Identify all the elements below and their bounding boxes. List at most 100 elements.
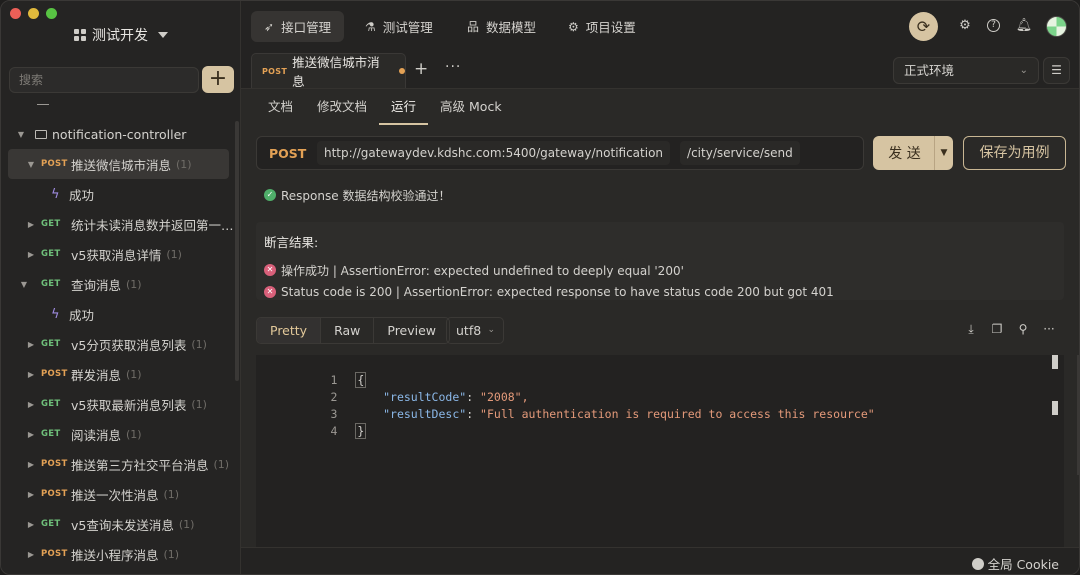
case-count: (1) <box>163 547 180 561</box>
project-switcher[interactable]: 测试开发 <box>1 25 241 45</box>
tab-test-management[interactable]: ⚗ 测试管理 <box>352 11 446 42</box>
cookie-label: 全局 Cookie <box>987 557 1059 572</box>
tab-run[interactable]: 运行 <box>379 89 429 125</box>
tab-label: 接口管理 <box>281 20 332 35</box>
tab-label: 测试管理 <box>382 20 433 35</box>
folder-row[interactable]: ▼ notification-controller <box>1 119 239 149</box>
minimize-window-button[interactable] <box>28 8 39 19</box>
code-line: 4} <box>256 406 1064 439</box>
document-tabs: POST 推送微信城市消息 + ··· 正式环境 ⌄ ☰ <box>241 51 1079 89</box>
view-pretty[interactable]: Pretty <box>257 318 322 343</box>
case-count: (1) <box>191 397 207 411</box>
editor-scrollbar[interactable] <box>1052 355 1058 369</box>
code-line: 2 "resultCode": "2008", <box>256 372 1064 404</box>
case-label: 成功 <box>69 307 95 323</box>
tree-item[interactable]: ▶ GET v5获取最新消息列表 (1) <box>1 389 239 419</box>
doc-tab-active[interactable]: POST 推送微信城市消息 <box>251 53 406 89</box>
rocket-icon: ➶ <box>264 19 275 34</box>
folder-label: notification-controller <box>52 126 187 142</box>
tree-item[interactable]: ▶ GET 统计未读消息数并返回第一… <box>1 209 239 239</box>
case-count: (1) <box>126 367 142 381</box>
tree-item-label: 推送一次性消息 <box>71 487 159 503</box>
environment-settings-button[interactable]: ☰ <box>1043 57 1070 84</box>
base-url[interactable]: http://gatewaydev.kdshc.com:5400/gateway… <box>317 141 671 165</box>
case-label: 成功 <box>69 187 95 203</box>
more-icon[interactable]: ··· <box>1041 322 1057 336</box>
project-name: 测试开发 <box>92 28 148 44</box>
new-tab-button[interactable]: + <box>414 59 428 79</box>
tree-item[interactable]: ▶ GET 阅读消息 (1) <box>1 419 239 449</box>
encoding-select[interactable]: utf8 ⌄ <box>446 317 504 344</box>
tab-data-model[interactable]: 品 数据模型 <box>454 11 549 42</box>
case-item[interactable]: ϟ 成功 <box>1 299 239 329</box>
more-tabs-icon[interactable]: ··· <box>445 59 461 75</box>
save-as-case-button[interactable]: 保存为用例 <box>963 136 1066 170</box>
case-item[interactable]: ϟ 成功 <box>1 179 239 209</box>
tab-project-settings[interactable]: ⚙ 项目设置 <box>555 11 649 42</box>
tab-label: 项目设置 <box>585 20 636 35</box>
tab-api-management[interactable]: ➶ 接口管理 <box>251 11 345 42</box>
app-window: 测试开发 + ▼ notification-controller ▼ POST … <box>0 0 1080 575</box>
avatar[interactable] <box>1046 16 1067 37</box>
environment-select[interactable]: 正式环境 ⌄ <box>893 57 1039 84</box>
code-line: 3 "resultDesc": "Full authentication is … <box>256 389 1064 421</box>
response-view-toggle: Pretty Raw Preview <box>256 317 451 344</box>
method-badge: GET <box>41 429 61 439</box>
view-preview[interactable]: Preview <box>374 318 449 343</box>
tree-item[interactable]: ▶ POST 群发消息 (1) <box>1 359 239 389</box>
tree-item-label: v5获取最新消息列表 <box>71 397 187 413</box>
chevron-down-icon[interactable]: ▼ <box>934 136 953 170</box>
assertion-title: 断言结果: <box>264 235 319 250</box>
global-cookie-button[interactable]: 全局 Cookie <box>971 554 1059 573</box>
method-badge: GET <box>41 279 61 289</box>
case-count: (1) <box>178 517 195 531</box>
chevron-right-icon: ▶ <box>27 399 35 409</box>
tree-item[interactable]: ▶ GET v5分页获取消息列表 (1) <box>1 329 239 359</box>
copy-icon[interactable]: ❐ <box>989 322 1005 336</box>
chevron-right-icon: ▶ <box>27 489 35 499</box>
method-badge: POST <box>41 369 68 379</box>
close-window-button[interactable] <box>10 8 21 19</box>
sidebar-scrollbar[interactable] <box>235 121 239 381</box>
chevron-right-icon: ▶ <box>27 549 35 559</box>
request-method[interactable]: POST <box>257 146 317 161</box>
add-button[interactable]: + <box>202 66 234 93</box>
tree-item[interactable]: ▶ GET v5获取消息详情 (1) <box>1 239 239 269</box>
chevron-right-icon: ▶ <box>27 369 35 379</box>
download-icon[interactable]: ⤓ <box>963 322 979 337</box>
method-badge: GET <box>41 339 61 349</box>
response-editor[interactable]: 1{ 2 "resultCode": "2008", 3 "resultDesc… <box>256 355 1064 547</box>
tree-item[interactable]: ▶ POST 推送第三方社交平台消息 (1) <box>1 449 239 479</box>
grid-icon <box>74 29 86 41</box>
tree-item[interactable]: ▶ GET v5查询未发送消息 (1) <box>1 509 239 539</box>
window-controls <box>10 8 57 19</box>
request-url-bar[interactable]: POST http://gatewaydev.kdshc.com:5400/ga… <box>256 136 864 170</box>
sync-button[interactable]: ⟳ <box>909 12 938 41</box>
help-icon[interactable]: ? <box>987 19 1000 32</box>
code-text: } <box>355 423 367 439</box>
tree-item[interactable]: ▶ POST 推送小程序消息 (1) <box>1 539 239 569</box>
assertion-text: Status code is 200 | AssertionError: exp… <box>281 285 834 299</box>
tab-edit-docs[interactable]: 修改文档 <box>305 89 379 125</box>
gear-icon: ⚙ <box>568 19 579 34</box>
view-raw[interactable]: Raw <box>321 318 375 343</box>
folder-icon <box>35 129 47 139</box>
tab-docs[interactable]: 文档 <box>256 89 305 125</box>
assertion-text: 操作成功 | AssertionError: expected undefine… <box>281 263 684 278</box>
bell-icon[interactable]: 🔔︎ <box>1015 17 1033 35</box>
tab-advanced-mock[interactable]: 高级 Mock <box>428 89 514 125</box>
settings-icon[interactable]: ⚙ <box>956 17 974 35</box>
zoom-window-button[interactable] <box>46 8 57 19</box>
request-path[interactable]: /city/service/send <box>680 141 800 165</box>
search-input[interactable] <box>9 67 199 93</box>
tree-item[interactable]: ▼ GET 查询消息 (1) <box>1 269 239 299</box>
search-icon[interactable]: ⚲ <box>1015 322 1031 336</box>
case-count: (1) <box>163 487 180 501</box>
send-button[interactable]: 发 送 ▼ <box>873 136 953 170</box>
encoding-value: utf8 <box>456 323 482 338</box>
case-count: (1) <box>126 277 142 291</box>
tree-item-label: 查询消息 <box>71 277 122 293</box>
editor-scrollbar[interactable] <box>1052 401 1058 415</box>
tree-item[interactable]: ▼ POST 推送微信城市消息 (1) <box>8 149 229 179</box>
tree-item[interactable]: ▶ POST 推送一次性消息 (1) <box>1 479 239 509</box>
